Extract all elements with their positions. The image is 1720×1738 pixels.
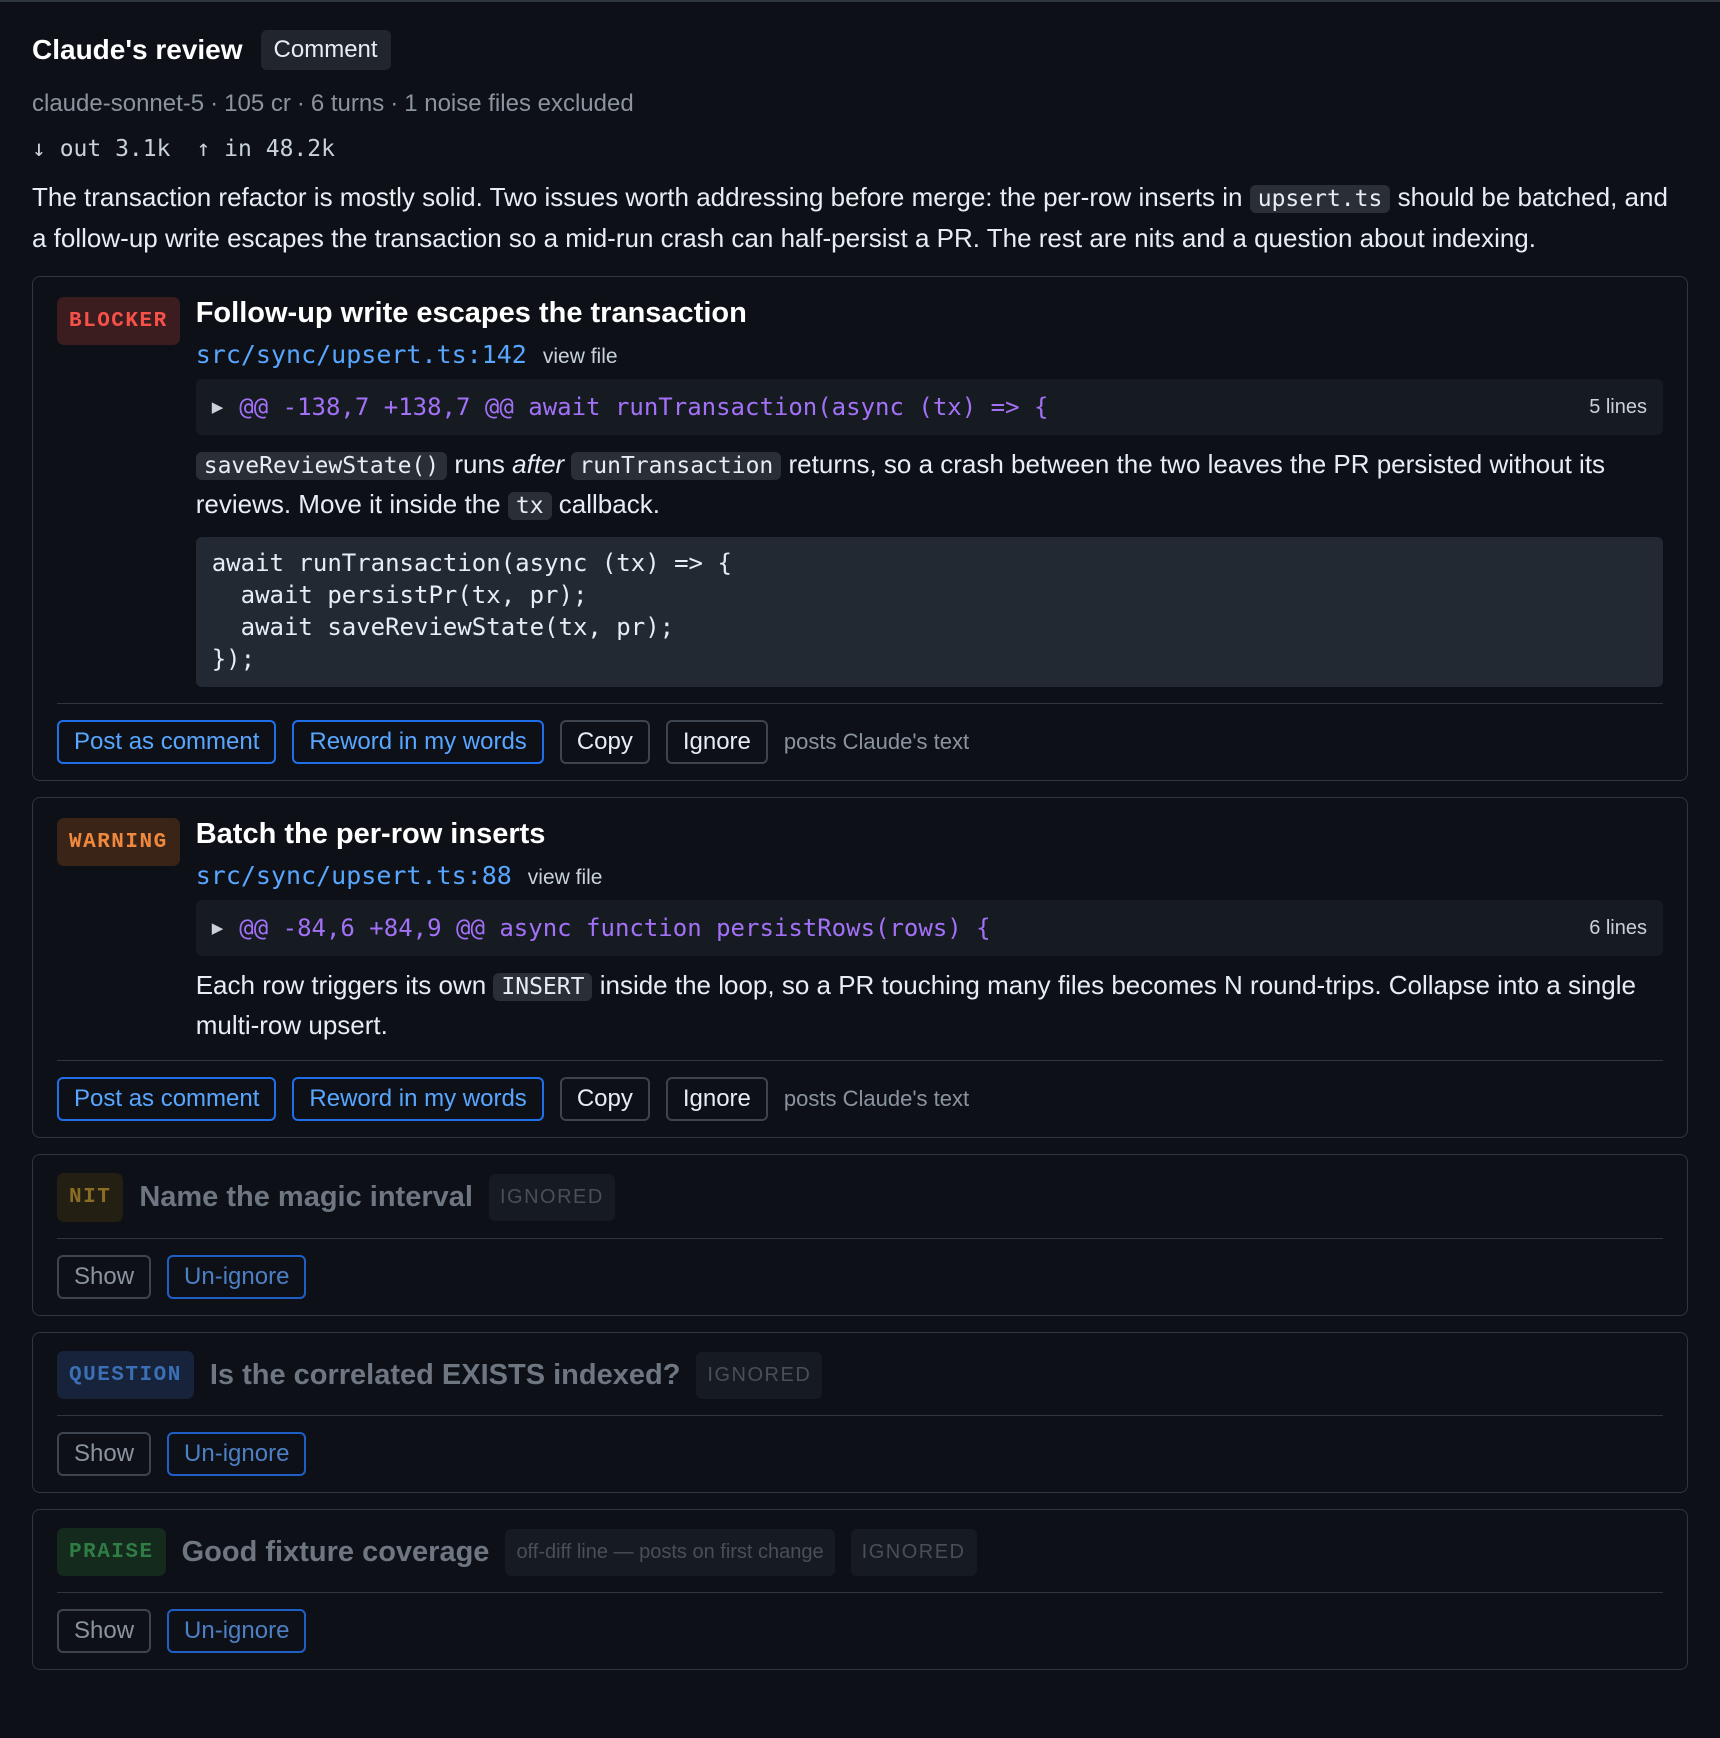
body-text: runs — [447, 449, 513, 479]
severity-badge: NIT — [57, 1173, 124, 1222]
verdict-badge: Comment — [260, 30, 391, 70]
hunk-line-count: 6 lines — [1589, 916, 1647, 939]
token-usage: ↓ out 3.1k ↑ in 48.2k — [32, 136, 1688, 162]
ignore-button[interactable]: Ignore — [665, 720, 768, 764]
finding-location: src/sync/upsert.ts:88 view file — [196, 861, 1663, 890]
body-text: Each row triggers its own — [195, 970, 494, 1000]
hunk-header: @@ -84,6 +84,9 @@ async function persist… — [239, 914, 991, 942]
summary-text: The transaction refactor is mostly solid… — [32, 182, 1250, 212]
tokens-in: ↑ in 48.2k — [196, 136, 335, 162]
review-panel: Claude's review Comment claude-sonnet-5 ·… — [0, 2, 1720, 1670]
review-meta: claude-sonnet-5 · 105 cr · 6 turns · 1 noise f… — [32, 90, 1688, 118]
severity-badge: WARNING — [57, 818, 180, 866]
posts-hint: posts Claude's text — [783, 729, 970, 754]
view-file-link[interactable]: view file — [528, 866, 603, 890]
finding-card-praise: PRAISE Good fixture coverage off-diff li… — [32, 1509, 1688, 1670]
unignore-button[interactable]: Un-ignore — [167, 1432, 307, 1476]
turns-count: 6 turns — [310, 90, 385, 117]
meta-separator: · — [210, 90, 219, 117]
hunk-header: @@ -138,7 +138,7 @@ await runTransaction… — [239, 393, 1049, 421]
finding-actions: Post as comment Reword in my words Copy … — [57, 1077, 1663, 1121]
reword-button[interactable]: Reword in my words — [292, 1077, 544, 1121]
post-as-comment-button[interactable]: Post as comment — [57, 1077, 277, 1121]
severity-badge: BLOCKER — [57, 297, 180, 345]
copy-button[interactable]: Copy — [559, 1077, 650, 1121]
ignored-tag: IGNORED — [488, 1174, 615, 1221]
diff-hunk-toggle[interactable]: ▶ @@ -138,7 +138,7 @@ await runTransacti… — [195, 379, 1663, 435]
view-file-link[interactable]: view file — [543, 345, 618, 369]
expand-triangle-icon: ▶ — [211, 399, 224, 416]
file-link[interactable]: src/sync/upsert.ts:88 — [196, 861, 512, 890]
post-as-comment-button[interactable]: Post as comment — [57, 720, 277, 764]
show-button[interactable]: Show — [57, 1609, 152, 1653]
unignore-button[interactable]: Un-ignore — [167, 1255, 307, 1299]
diff-hunk-toggle[interactable]: ▶ @@ -84,6 +84,9 @@ async function persi… — [195, 900, 1663, 956]
finding-body: saveReviewState() runs after runTransact… — [195, 445, 1663, 525]
meta-separator: · — [296, 90, 305, 117]
meta-separator: · — [390, 90, 399, 117]
excluded-files: 1 noise files excluded — [404, 90, 634, 117]
inline-code: runTransaction — [571, 452, 782, 480]
reword-button[interactable]: Reword in my words — [292, 720, 544, 764]
inline-code: tx — [507, 492, 552, 520]
off-diff-note: off-diff line — posts on first change — [505, 1528, 835, 1576]
finding-content: Follow-up write escapes the transaction … — [195, 297, 1663, 687]
hunk-line-count: 5 lines — [1589, 395, 1647, 418]
review-summary: The transaction refactor is mostly solid… — [32, 178, 1688, 258]
show-button[interactable]: Show — [57, 1255, 152, 1299]
finding-actions: Show Un-ignore — [57, 1609, 1663, 1653]
model-name: claude-sonnet-5 — [32, 90, 205, 117]
copy-button[interactable]: Copy — [559, 720, 650, 764]
severity-badge: PRAISE — [57, 1528, 166, 1576]
finding-actions: Post as comment Reword in my words Copy … — [57, 720, 1663, 764]
finding-body: Each row triggers its own INSERT inside … — [196, 966, 1663, 1044]
finding-title: Follow-up write escapes the transaction — [195, 297, 747, 329]
unignore-button[interactable]: Un-ignore — [167, 1609, 307, 1653]
finding-card-warning: WARNING Batch the per-row inserts src/sy… — [32, 797, 1688, 1138]
review-title: Claude's review — [32, 34, 243, 65]
card-divider — [57, 1415, 1663, 1416]
finding-title: Good fixture coverage — [181, 1535, 490, 1568]
finding-actions: Show Un-ignore — [57, 1432, 1663, 1476]
inline-code: upsert.ts — [1249, 185, 1391, 213]
body-emphasis: after — [512, 449, 565, 479]
ignored-tag: IGNORED — [696, 1351, 823, 1399]
tokens-out: ↓ out 3.1k — [32, 136, 171, 162]
inline-code: saveReviewState() — [195, 452, 448, 480]
suggested-code-block: await runTransaction(async (tx) => { awa… — [195, 537, 1663, 687]
card-divider — [57, 1238, 1663, 1239]
ignored-tag: IGNORED — [850, 1528, 977, 1576]
finding-title: Batch the per-row inserts — [195, 818, 546, 850]
severity-badge: QUESTION — [57, 1351, 194, 1399]
finding-title: Name the magic interval — [139, 1181, 473, 1213]
card-divider — [57, 703, 1663, 704]
finding-card-nit: NIT Name the magic interval IGNORED Show… — [32, 1154, 1688, 1316]
ignore-button[interactable]: Ignore — [665, 1077, 768, 1121]
review-header: Claude's review Comment — [32, 30, 1688, 70]
finding-card-blocker: BLOCKER Follow-up write escapes the tran… — [32, 276, 1688, 781]
show-button[interactable]: Show — [57, 1432, 152, 1476]
finding-card-question: QUESTION Is the correlated EXISTS indexe… — [32, 1332, 1688, 1493]
expand-triangle-icon: ▶ — [211, 920, 224, 937]
finding-content: Batch the per-row inserts src/sync/upser… — [195, 818, 1663, 1044]
finding-location: src/sync/upsert.ts:142 view file — [196, 340, 1663, 369]
file-link[interactable]: src/sync/upsert.ts:142 — [196, 340, 527, 369]
inline-code: INSERT — [493, 973, 593, 1001]
card-divider — [57, 1592, 1663, 1593]
body-text: callback. — [551, 489, 660, 519]
card-divider — [57, 1060, 1663, 1061]
finding-title: Is the correlated EXISTS indexed? — [209, 1358, 681, 1391]
finding-actions: Show Un-ignore — [57, 1255, 1663, 1299]
credits-count: 105 cr — [224, 90, 291, 117]
posts-hint: posts Claude's text — [783, 1086, 970, 1111]
